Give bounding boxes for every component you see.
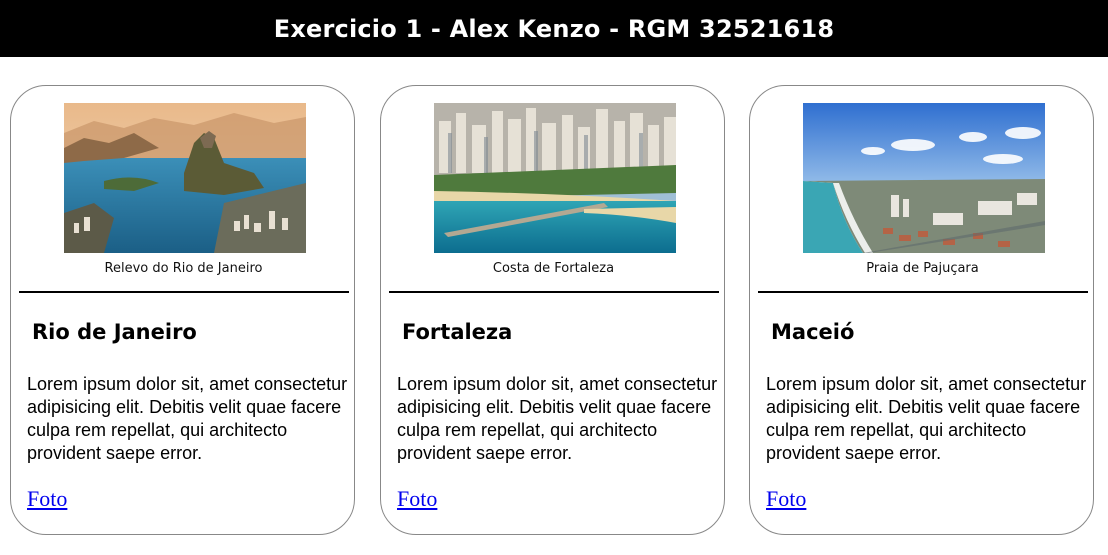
foto-link[interactable]: Foto bbox=[766, 486, 806, 512]
image-caption: Relevo do Rio de Janeiro bbox=[104, 261, 263, 276]
divider bbox=[389, 291, 719, 293]
card-maceio: Praia de Pajuçara Maceió Lorem ipsum dol… bbox=[749, 85, 1094, 535]
image-caption: Costa de Fortaleza bbox=[492, 261, 615, 276]
foto-link[interactable]: Foto bbox=[27, 486, 67, 512]
card-fortaleza: Costa de Fortaleza Fortaleza Lorem ipsum… bbox=[380, 85, 725, 535]
image-caption: Praia de Pajuçara bbox=[866, 261, 979, 276]
city-title: Rio de Janeiro bbox=[32, 320, 197, 344]
page-title: Exercicio 1 - Alex Kenzo - RGM 32521618 bbox=[273, 14, 835, 43]
foto-link[interactable]: Foto bbox=[397, 486, 437, 512]
divider bbox=[758, 291, 1088, 293]
city-description: Lorem ipsum dolor sit, amet consectetur … bbox=[397, 374, 718, 463]
city-description: Lorem ipsum dolor sit, amet consectetur … bbox=[766, 374, 1087, 463]
fortaleza-coast-image bbox=[434, 103, 676, 253]
card-rio-de-janeiro: Relevo do Rio de Janeiro Rio de Janeiro … bbox=[10, 85, 355, 535]
page-header: Exercicio 1 - Alex Kenzo - RGM 32521618 bbox=[0, 0, 1108, 57]
city-title: Fortaleza bbox=[402, 320, 513, 344]
rio-landscape-image bbox=[64, 103, 306, 253]
city-title: Maceió bbox=[771, 320, 855, 344]
city-description: Lorem ipsum dolor sit, amet consectetur … bbox=[27, 374, 348, 463]
pajucara-beach-image bbox=[803, 103, 1045, 253]
divider bbox=[19, 291, 349, 293]
